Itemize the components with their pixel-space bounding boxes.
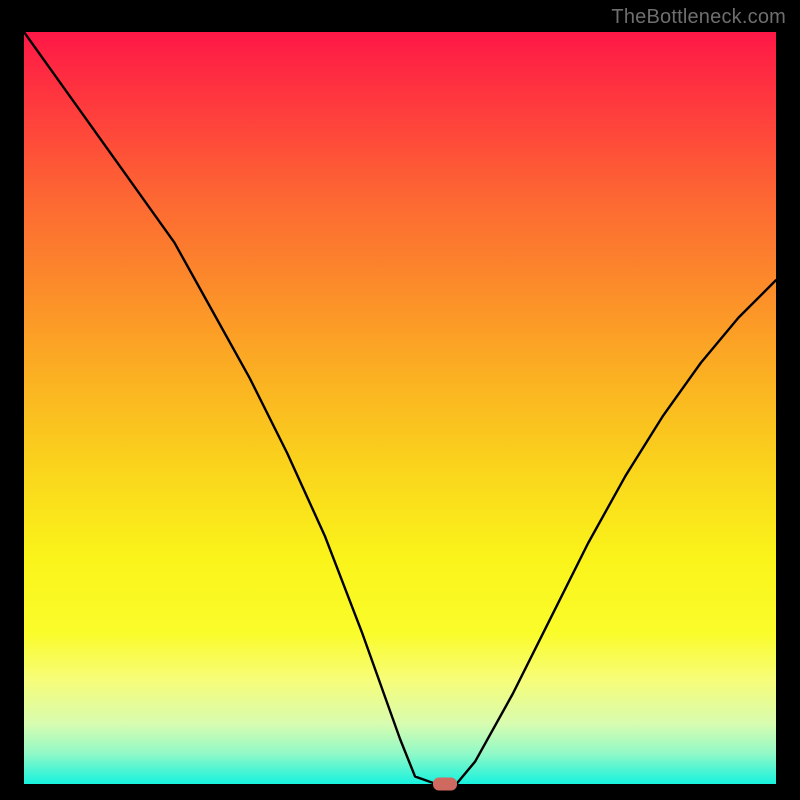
plot-area: [24, 32, 776, 784]
minimum-point-marker: [433, 778, 457, 791]
attribution-text: TheBottleneck.com: [611, 6, 786, 29]
chart-container: TheBottleneck.com: [0, 0, 800, 800]
bottleneck-curve: [24, 32, 776, 784]
